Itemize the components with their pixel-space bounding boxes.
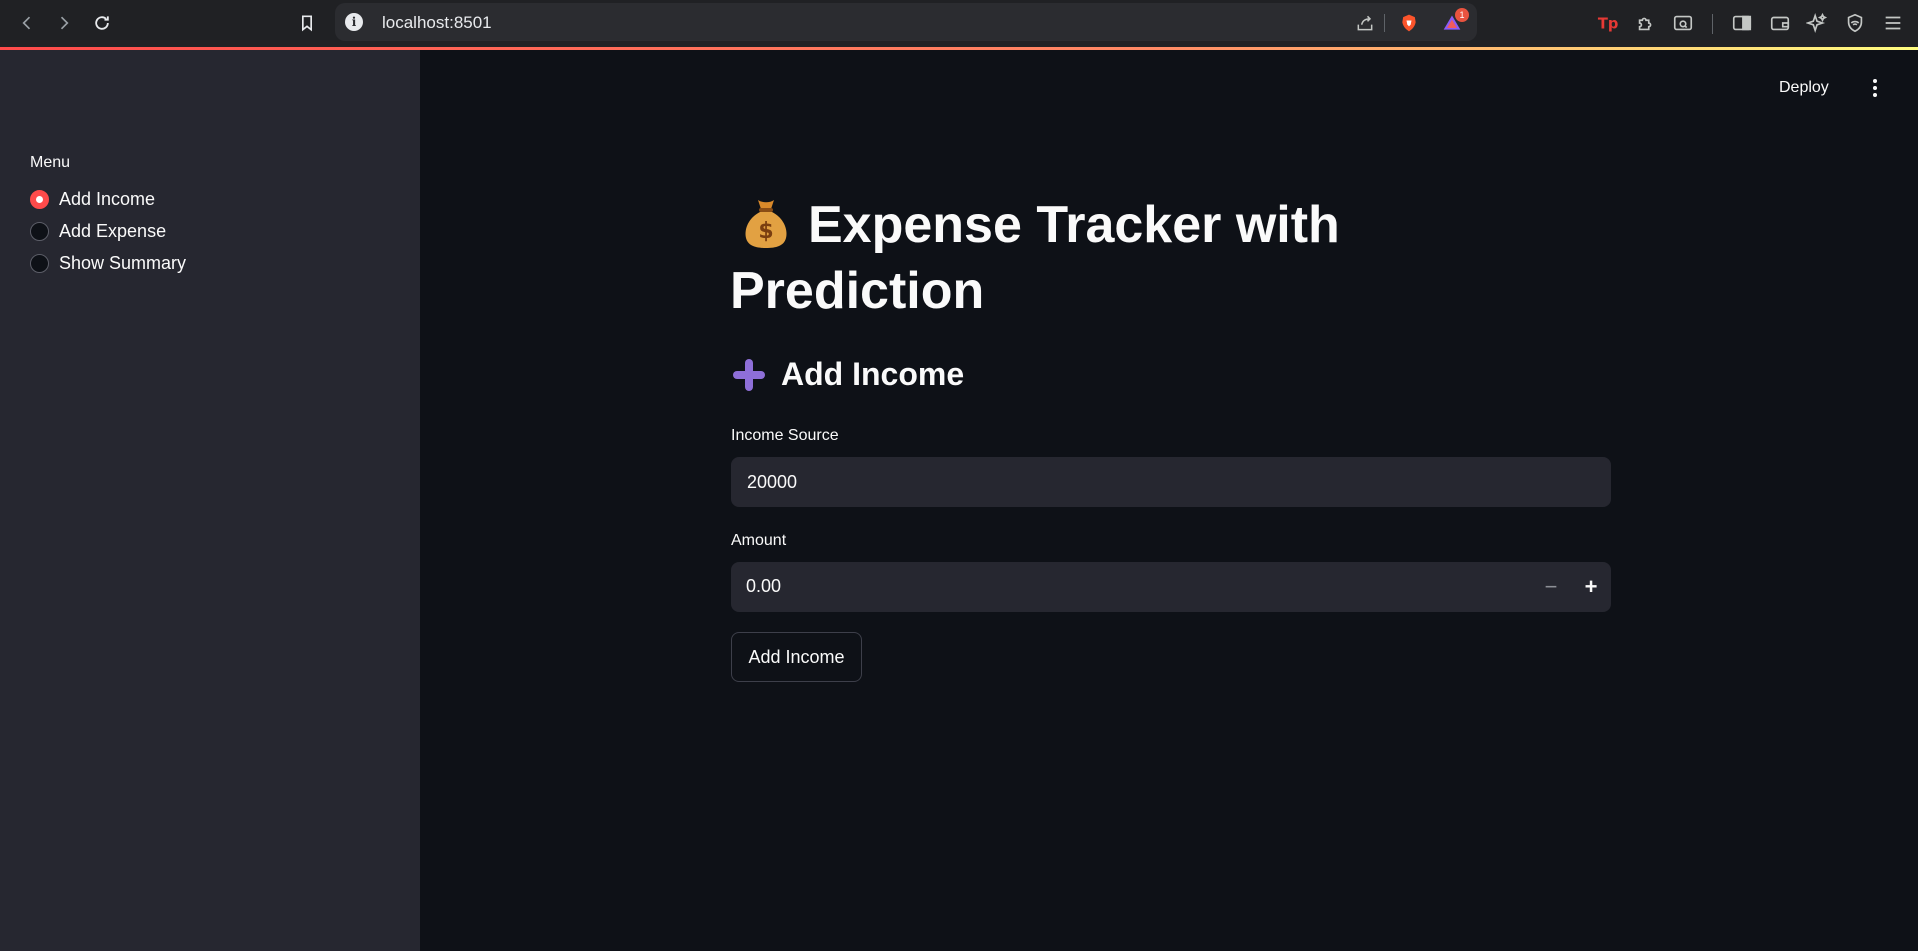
plus-icon (733, 358, 765, 391)
brave-rewards-icon[interactable]: 1 (1441, 8, 1469, 34)
address-divider (1384, 14, 1385, 32)
back-button[interactable] (14, 10, 40, 36)
radio-button-selected[interactable] (30, 189, 49, 209)
svg-text:$: $ (758, 219, 773, 244)
brave-shields-icon[interactable] (1398, 12, 1420, 34)
address-url[interactable]: localhost:8501 (382, 13, 492, 33)
income-source-label: Income Source (731, 427, 839, 444)
subheader-text: Add Income (781, 356, 965, 392)
radio-label: Add Income (59, 188, 156, 209)
reader-mode-icon[interactable] (1670, 10, 1696, 36)
radio-button[interactable] (30, 253, 49, 273)
deploy-button[interactable]: Deploy (1779, 79, 1829, 97)
radio-option-add-income[interactable]: Add Income (30, 186, 155, 212)
extension-tp-icon[interactable]: Tp (1594, 10, 1620, 36)
wallet-icon[interactable] (1767, 10, 1793, 36)
site-info-icon[interactable]: i (345, 13, 363, 31)
forward-button[interactable] (51, 10, 77, 36)
amount-label: Amount (731, 532, 787, 549)
radio-option-add-expense[interactable]: Add Expense (30, 218, 166, 244)
decrement-button[interactable]: − (1535, 571, 1567, 603)
menu-hamburger-icon[interactable] (1880, 10, 1906, 36)
section-subheader: Add Income (731, 356, 964, 393)
radio-button[interactable] (30, 221, 49, 241)
add-income-button[interactable]: Add Income (731, 632, 862, 682)
sidebar-toggle-icon[interactable] (1729, 10, 1755, 36)
radio-label: Show Summary (59, 252, 187, 273)
radio-label: Add Expense (59, 220, 167, 241)
address-bar[interactable]: i localhost:8501 1 (335, 3, 1477, 41)
radio-option-show-summary[interactable]: Show Summary (30, 250, 186, 276)
amount-value[interactable]: 0.00 (746, 576, 781, 597)
money-bag-icon: $ (745, 200, 787, 248)
amount-number-input[interactable]: 0.00 − + (731, 562, 1611, 612)
income-source-input[interactable]: 20000 (731, 457, 1611, 507)
leo-ai-icon[interactable] (1804, 10, 1830, 36)
notification-badge: 1 (1455, 8, 1469, 22)
share-icon[interactable] (1354, 12, 1376, 34)
vpn-shield-icon[interactable] (1842, 10, 1868, 36)
page-title: $ Expense Tracker with Prediction (730, 192, 1370, 324)
reload-button[interactable] (89, 10, 115, 36)
bookmark-icon[interactable] (294, 10, 320, 36)
more-options-icon[interactable] (1862, 75, 1888, 101)
toolbar-divider (1712, 14, 1713, 34)
svg-text:Tp: Tp (1598, 16, 1618, 33)
browser-toolbar: i localhost:8501 1 Tp (0, 0, 1918, 47)
menu-label: Menu (30, 154, 71, 171)
increment-button[interactable]: + (1575, 571, 1607, 603)
page-title-text: Expense Tracker with Prediction (730, 196, 1340, 320)
extensions-puzzle-icon[interactable] (1633, 10, 1659, 36)
sidebar: Menu Add Income Add Expense Show Summary (0, 50, 420, 951)
main-content: Deploy $ Expense Tracker with Prediction… (420, 50, 1918, 951)
